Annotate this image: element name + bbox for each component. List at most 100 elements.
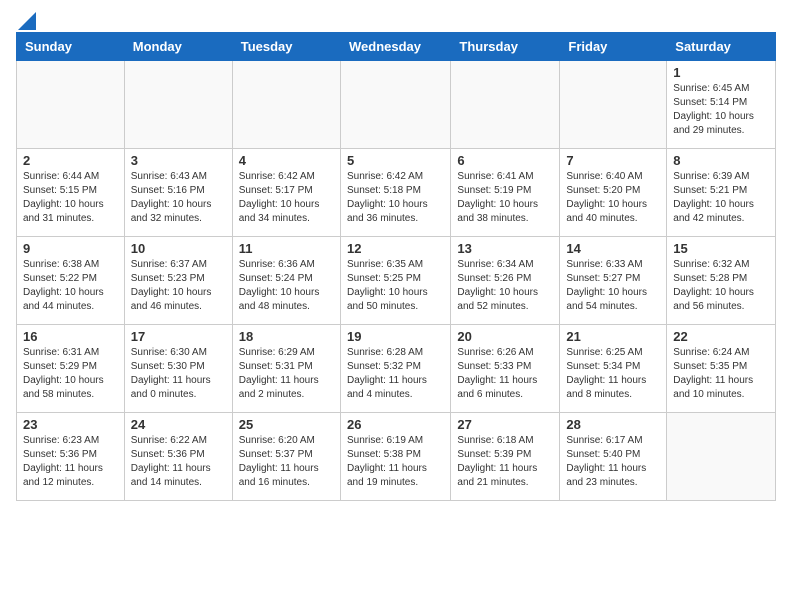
weekday-header-friday: Friday [560, 33, 667, 61]
day-number: 24 [131, 417, 226, 432]
day-info: Sunrise: 6:24 AMSunset: 5:35 PMDaylight:… [673, 346, 769, 402]
day-number: 26 [347, 417, 444, 432]
calendar-cell [124, 61, 232, 149]
day-number: 16 [23, 329, 118, 344]
calendar-cell: 12 Sunrise: 6:35 AMSunset: 5:25 PMDayligh… [340, 237, 450, 325]
calendar-week-row: 2 Sunrise: 6:44 AMSunset: 5:15 PMDaylight… [17, 149, 776, 237]
day-number: 17 [131, 329, 226, 344]
day-number: 1 [673, 65, 769, 80]
day-info: Sunrise: 6:28 AMSunset: 5:32 PMDaylight:… [347, 346, 444, 402]
day-number: 27 [457, 417, 553, 432]
calendar-cell [17, 61, 125, 149]
calendar-week-row: 16 Sunrise: 6:31 AMSunset: 5:29 PMDayligh… [17, 325, 776, 413]
header-area [16, 16, 776, 24]
day-info: Sunrise: 6:34 AMSunset: 5:26 PMDaylight:… [457, 258, 553, 314]
calendar-cell: 14 Sunrise: 6:33 AMSunset: 5:27 PMDayligh… [560, 237, 667, 325]
day-info: Sunrise: 6:22 AMSunset: 5:36 PMDaylight:… [131, 434, 226, 490]
day-number: 28 [566, 417, 660, 432]
calendar-cell: 8 Sunrise: 6:39 AMSunset: 5:21 PMDaylight… [667, 149, 776, 237]
calendar-cell: 13 Sunrise: 6:34 AMSunset: 5:26 PMDayligh… [451, 237, 560, 325]
logo [16, 16, 36, 24]
day-info: Sunrise: 6:30 AMSunset: 5:30 PMDaylight:… [131, 346, 226, 402]
calendar-cell: 10 Sunrise: 6:37 AMSunset: 5:23 PMDayligh… [124, 237, 232, 325]
calendar-week-row: 23 Sunrise: 6:23 AMSunset: 5:36 PMDayligh… [17, 413, 776, 501]
calendar-cell [340, 61, 450, 149]
calendar-cell: 18Sunrise: 6:29 AMSunset: 5:31 PMDayligh… [232, 325, 340, 413]
day-info: Sunrise: 6:42 AMSunset: 5:18 PMDaylight:… [347, 170, 444, 226]
weekday-header-saturday: Saturday [667, 33, 776, 61]
day-info: Sunrise: 6:35 AMSunset: 5:25 PMDaylight:… [347, 258, 444, 314]
day-number: 21 [566, 329, 660, 344]
calendar-cell: 2 Sunrise: 6:44 AMSunset: 5:15 PMDaylight… [17, 149, 125, 237]
day-info: Sunrise: 6:26 AMSunset: 5:33 PMDaylight:… [457, 346, 553, 402]
day-info: Sunrise: 6:23 AMSunset: 5:36 PMDaylight:… [23, 434, 118, 490]
day-number: 19 [347, 329, 444, 344]
calendar-cell: 5 Sunrise: 6:42 AMSunset: 5:18 PMDaylight… [340, 149, 450, 237]
day-info: Sunrise: 6:33 AMSunset: 5:27 PMDaylight:… [566, 258, 660, 314]
day-info: Sunrise: 6:43 AMSunset: 5:16 PMDaylight:… [131, 170, 226, 226]
calendar-cell: 11 Sunrise: 6:36 AMSunset: 5:24 PMDayligh… [232, 237, 340, 325]
calendar-cell: 16 Sunrise: 6:31 AMSunset: 5:29 PMDayligh… [17, 325, 125, 413]
day-number: 25 [239, 417, 334, 432]
calendar-cell: 3 Sunrise: 6:43 AMSunset: 5:16 PMDaylight… [124, 149, 232, 237]
calendar-cell: 24 Sunrise: 6:22 AMSunset: 5:36 PMDayligh… [124, 413, 232, 501]
day-info: Sunrise: 6:38 AMSunset: 5:22 PMDaylight:… [23, 258, 118, 314]
day-info: Sunrise: 6:31 AMSunset: 5:29 PMDaylight:… [23, 346, 118, 402]
weekday-header-sunday: Sunday [17, 33, 125, 61]
weekday-header-row: SundayMondayTuesdayWednesdayThursdayFrid… [17, 33, 776, 61]
day-number: 20 [457, 329, 553, 344]
day-info: Sunrise: 6:44 AMSunset: 5:15 PMDaylight:… [23, 170, 118, 226]
calendar-cell: 25 Sunrise: 6:20 AMSunset: 5:37 PMDayligh… [232, 413, 340, 501]
calendar-cell: 6Sunrise: 6:41 AMSunset: 5:19 PMDaylight… [451, 149, 560, 237]
calendar-cell [451, 61, 560, 149]
calendar-cell: 1 Sunrise: 6:45 AMSunset: 5:14 PMDaylight… [667, 61, 776, 149]
day-number: 15 [673, 241, 769, 256]
calendar-cell: 26 Sunrise: 6:19 AMSunset: 5:38 PMDayligh… [340, 413, 450, 501]
day-info: Sunrise: 6:36 AMSunset: 5:24 PMDaylight:… [239, 258, 334, 314]
day-number: 9 [23, 241, 118, 256]
day-number: 6 [457, 153, 553, 168]
day-number: 14 [566, 241, 660, 256]
day-number: 22 [673, 329, 769, 344]
weekday-header-monday: Monday [124, 33, 232, 61]
calendar-cell: 7Sunrise: 6:40 AMSunset: 5:20 PMDaylight… [560, 149, 667, 237]
day-number: 4 [239, 153, 334, 168]
day-info: Sunrise: 6:42 AMSunset: 5:17 PMDaylight:… [239, 170, 334, 226]
day-number: 8 [673, 153, 769, 168]
calendar-cell: 23 Sunrise: 6:23 AMSunset: 5:36 PMDayligh… [17, 413, 125, 501]
calendar-cell: 28 Sunrise: 6:17 AMSunset: 5:40 PMDayligh… [560, 413, 667, 501]
day-info: Sunrise: 6:18 AMSunset: 5:39 PMDaylight:… [457, 434, 553, 490]
calendar-cell: 21 Sunrise: 6:25 AMSunset: 5:34 PMDayligh… [560, 325, 667, 413]
day-number: 3 [131, 153, 226, 168]
weekday-header-tuesday: Tuesday [232, 33, 340, 61]
day-info: Sunrise: 6:29 AMSunset: 5:31 PMDaylight:… [239, 346, 334, 402]
calendar-week-row: 1 Sunrise: 6:45 AMSunset: 5:14 PMDaylight… [17, 61, 776, 149]
day-number: 5 [347, 153, 444, 168]
calendar-cell: 22 Sunrise: 6:24 AMSunset: 5:35 PMDayligh… [667, 325, 776, 413]
day-info: Sunrise: 6:32 AMSunset: 5:28 PMDaylight:… [673, 258, 769, 314]
day-info: Sunrise: 6:20 AMSunset: 5:37 PMDaylight:… [239, 434, 334, 490]
calendar-cell: 15 Sunrise: 6:32 AMSunset: 5:28 PMDayligh… [667, 237, 776, 325]
day-number: 2 [23, 153, 118, 168]
weekday-header-thursday: Thursday [451, 33, 560, 61]
day-number: 11 [239, 241, 334, 256]
day-number: 12 [347, 241, 444, 256]
calendar-cell [667, 413, 776, 501]
weekday-header-wednesday: Wednesday [340, 33, 450, 61]
day-info: Sunrise: 6:37 AMSunset: 5:23 PMDaylight:… [131, 258, 226, 314]
calendar-cell [232, 61, 340, 149]
day-number: 13 [457, 241, 553, 256]
day-info: Sunrise: 6:39 AMSunset: 5:21 PMDaylight:… [673, 170, 769, 226]
day-info: Sunrise: 6:45 AMSunset: 5:14 PMDaylight:… [673, 82, 769, 138]
day-number: 23 [23, 417, 118, 432]
day-info: Sunrise: 6:19 AMSunset: 5:38 PMDaylight:… [347, 434, 444, 490]
calendar-cell [560, 61, 667, 149]
calendar-table: SundayMondayTuesdayWednesdayThursdayFrid… [16, 32, 776, 501]
day-info: Sunrise: 6:40 AMSunset: 5:20 PMDaylight:… [566, 170, 660, 226]
day-number: 10 [131, 241, 226, 256]
day-info: Sunrise: 6:25 AMSunset: 5:34 PMDaylight:… [566, 346, 660, 402]
day-info: Sunrise: 6:17 AMSunset: 5:40 PMDaylight:… [566, 434, 660, 490]
calendar-cell: 17 Sunrise: 6:30 AMSunset: 5:30 PMDayligh… [124, 325, 232, 413]
calendar-cell: 27 Sunrise: 6:18 AMSunset: 5:39 PMDayligh… [451, 413, 560, 501]
calendar-week-row: 9 Sunrise: 6:38 AMSunset: 5:22 PMDaylight… [17, 237, 776, 325]
